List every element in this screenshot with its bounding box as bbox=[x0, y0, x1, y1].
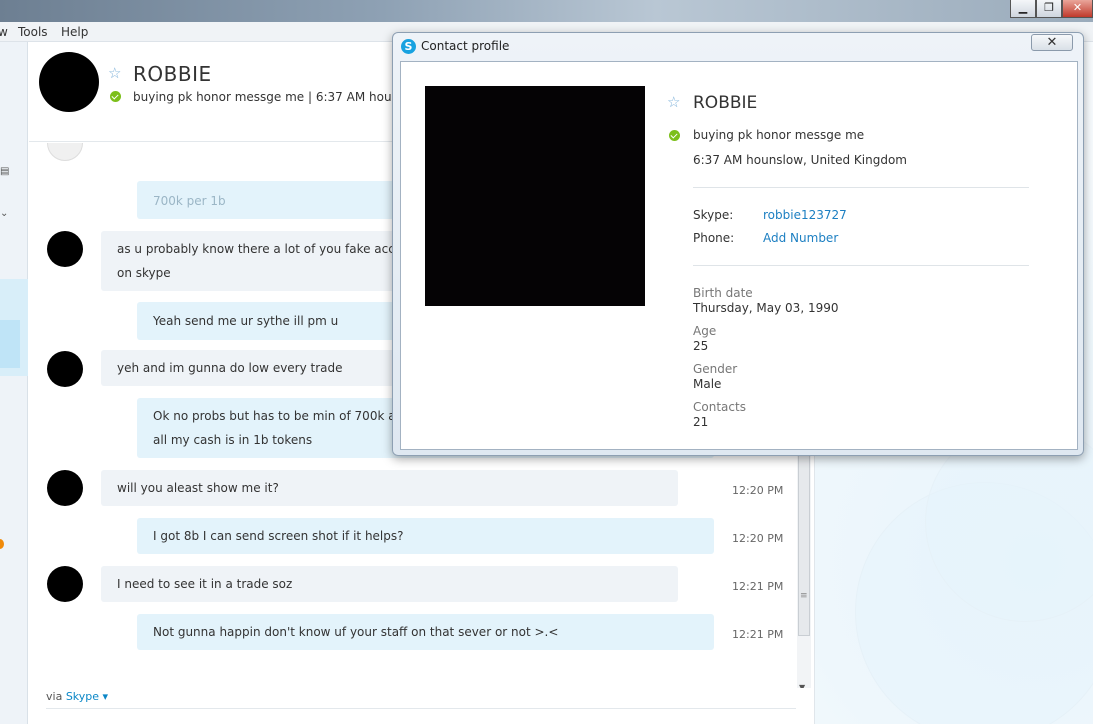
birth-date-value: Thursday, May 03, 1990 bbox=[693, 301, 839, 315]
message-bubble-incoming: I need to see it in a trade soz bbox=[101, 566, 678, 602]
dialpad-icon[interactable]: ▤ bbox=[0, 166, 9, 177]
message-text: all my cash is in 1b tokens bbox=[153, 433, 313, 447]
message-timestamp: 12:21 PM bbox=[732, 628, 784, 641]
message-text: I got 8b I can send screen shot if it he… bbox=[153, 529, 404, 543]
message-bubble-outgoing: I got 8b I can send screen shot if it he… bbox=[137, 518, 714, 554]
contact-mood: buying pk honor messge me | 6:37 AM houn… bbox=[133, 90, 426, 104]
via-skype-dropdown[interactable]: Skype ▾ bbox=[66, 690, 108, 703]
message-bubble-outgoing: Not gunna happin don't know uf your staf… bbox=[137, 614, 714, 650]
message-timestamp: 12:20 PM bbox=[732, 532, 784, 545]
message-text: Ok no probs but has to be min of 700k a bbox=[153, 409, 396, 423]
skype-name-link[interactable]: robbie123727 bbox=[763, 208, 847, 222]
window-titlebar: ▁ ❐ ✕ bbox=[0, 0, 1093, 22]
message-text: will you aleast show me it? bbox=[117, 481, 279, 495]
divider bbox=[693, 187, 1029, 188]
message-avatar bbox=[47, 351, 83, 387]
contact-profile-dialog: S Contact profile ✕ ☆ ROBBIE buying pk h… bbox=[392, 32, 1084, 456]
age-label: Age bbox=[693, 324, 717, 338]
via-label: via bbox=[46, 690, 63, 703]
grip-icon: ≡ bbox=[800, 591, 808, 601]
sidebar: ▤ ⌄ bbox=[0, 42, 28, 724]
skype-logo-icon: S bbox=[401, 39, 416, 54]
message-timestamp: 12:21 PM bbox=[732, 580, 784, 593]
chat-footer: via Skype ▾ bbox=[46, 690, 108, 703]
birth-date-label: Birth date bbox=[693, 286, 753, 300]
message-avatar bbox=[47, 566, 83, 602]
age-value: 25 bbox=[693, 339, 709, 353]
maximize-button[interactable]: ❐ bbox=[1036, 0, 1062, 18]
contact-name[interactable]: ROBBIE bbox=[133, 62, 212, 86]
profile-location: 6:37 AM hounslow, United Kingdom bbox=[693, 153, 907, 167]
chat-scrollbar[interactable]: ≡ ▼ bbox=[797, 443, 811, 688]
message-text: yeh and im gunna do low every trade bbox=[117, 361, 343, 375]
online-status-icon bbox=[110, 91, 121, 102]
message-text: Not gunna happin don't know uf your staf… bbox=[153, 625, 559, 639]
close-window-button[interactable]: ✕ bbox=[1062, 0, 1093, 18]
profile-body: ☆ ROBBIE buying pk honor messge me 6:37 … bbox=[400, 61, 1078, 450]
dialog-title: Contact profile bbox=[421, 39, 510, 53]
favorite-star-icon[interactable]: ☆ bbox=[108, 64, 121, 82]
message-text: 700k per 1b bbox=[153, 194, 226, 208]
profile-mood: buying pk honor messge me bbox=[693, 128, 865, 142]
menu-item-view[interactable]: w bbox=[0, 25, 8, 39]
skype-label: Skype: bbox=[693, 208, 734, 222]
profile-name: ROBBIE bbox=[693, 93, 758, 113]
chevron-down-icon[interactable]: ⌄ bbox=[0, 208, 8, 219]
message-text: as u probably know there a lot of you fa… bbox=[117, 242, 403, 256]
profile-picture bbox=[425, 86, 645, 306]
message-timestamp: 12:20 PM bbox=[732, 484, 784, 497]
message-avatar bbox=[47, 470, 83, 506]
gender-value: Male bbox=[693, 377, 722, 391]
add-number-link[interactable]: Add Number bbox=[763, 231, 838, 245]
message-bubble-incoming: will you aleast show me it? bbox=[101, 470, 678, 506]
message-avatar bbox=[47, 231, 83, 267]
notification-dot-icon bbox=[0, 539, 4, 549]
sidebar-item-highlight[interactable] bbox=[0, 320, 20, 368]
contact-avatar[interactable] bbox=[39, 52, 99, 112]
scrollbar-thumb[interactable] bbox=[798, 443, 810, 636]
minimize-button[interactable]: ▁ bbox=[1010, 0, 1036, 18]
message-text: I need to see it in a trade soz bbox=[117, 577, 293, 591]
contacts-label: Contacts bbox=[693, 400, 746, 414]
message-avatar bbox=[47, 143, 83, 161]
online-status-icon bbox=[669, 130, 680, 141]
divider bbox=[693, 265, 1029, 266]
footer-divider bbox=[46, 708, 796, 709]
dialog-close-button[interactable]: ✕ bbox=[1031, 34, 1073, 51]
message-text: Yeah send me ur sythe ill pm u bbox=[153, 314, 339, 328]
contacts-value: 21 bbox=[693, 415, 709, 429]
gender-label: Gender bbox=[693, 362, 738, 376]
menu-item-help[interactable]: Help bbox=[61, 25, 88, 39]
menu-item-tools[interactable]: Tools bbox=[18, 25, 48, 39]
message-text: on skype bbox=[117, 266, 171, 280]
favorite-star-icon[interactable]: ☆ bbox=[667, 93, 680, 111]
phone-label: Phone: bbox=[693, 231, 735, 245]
scroll-down-arrow-icon[interactable]: ▼ bbox=[799, 683, 805, 688]
